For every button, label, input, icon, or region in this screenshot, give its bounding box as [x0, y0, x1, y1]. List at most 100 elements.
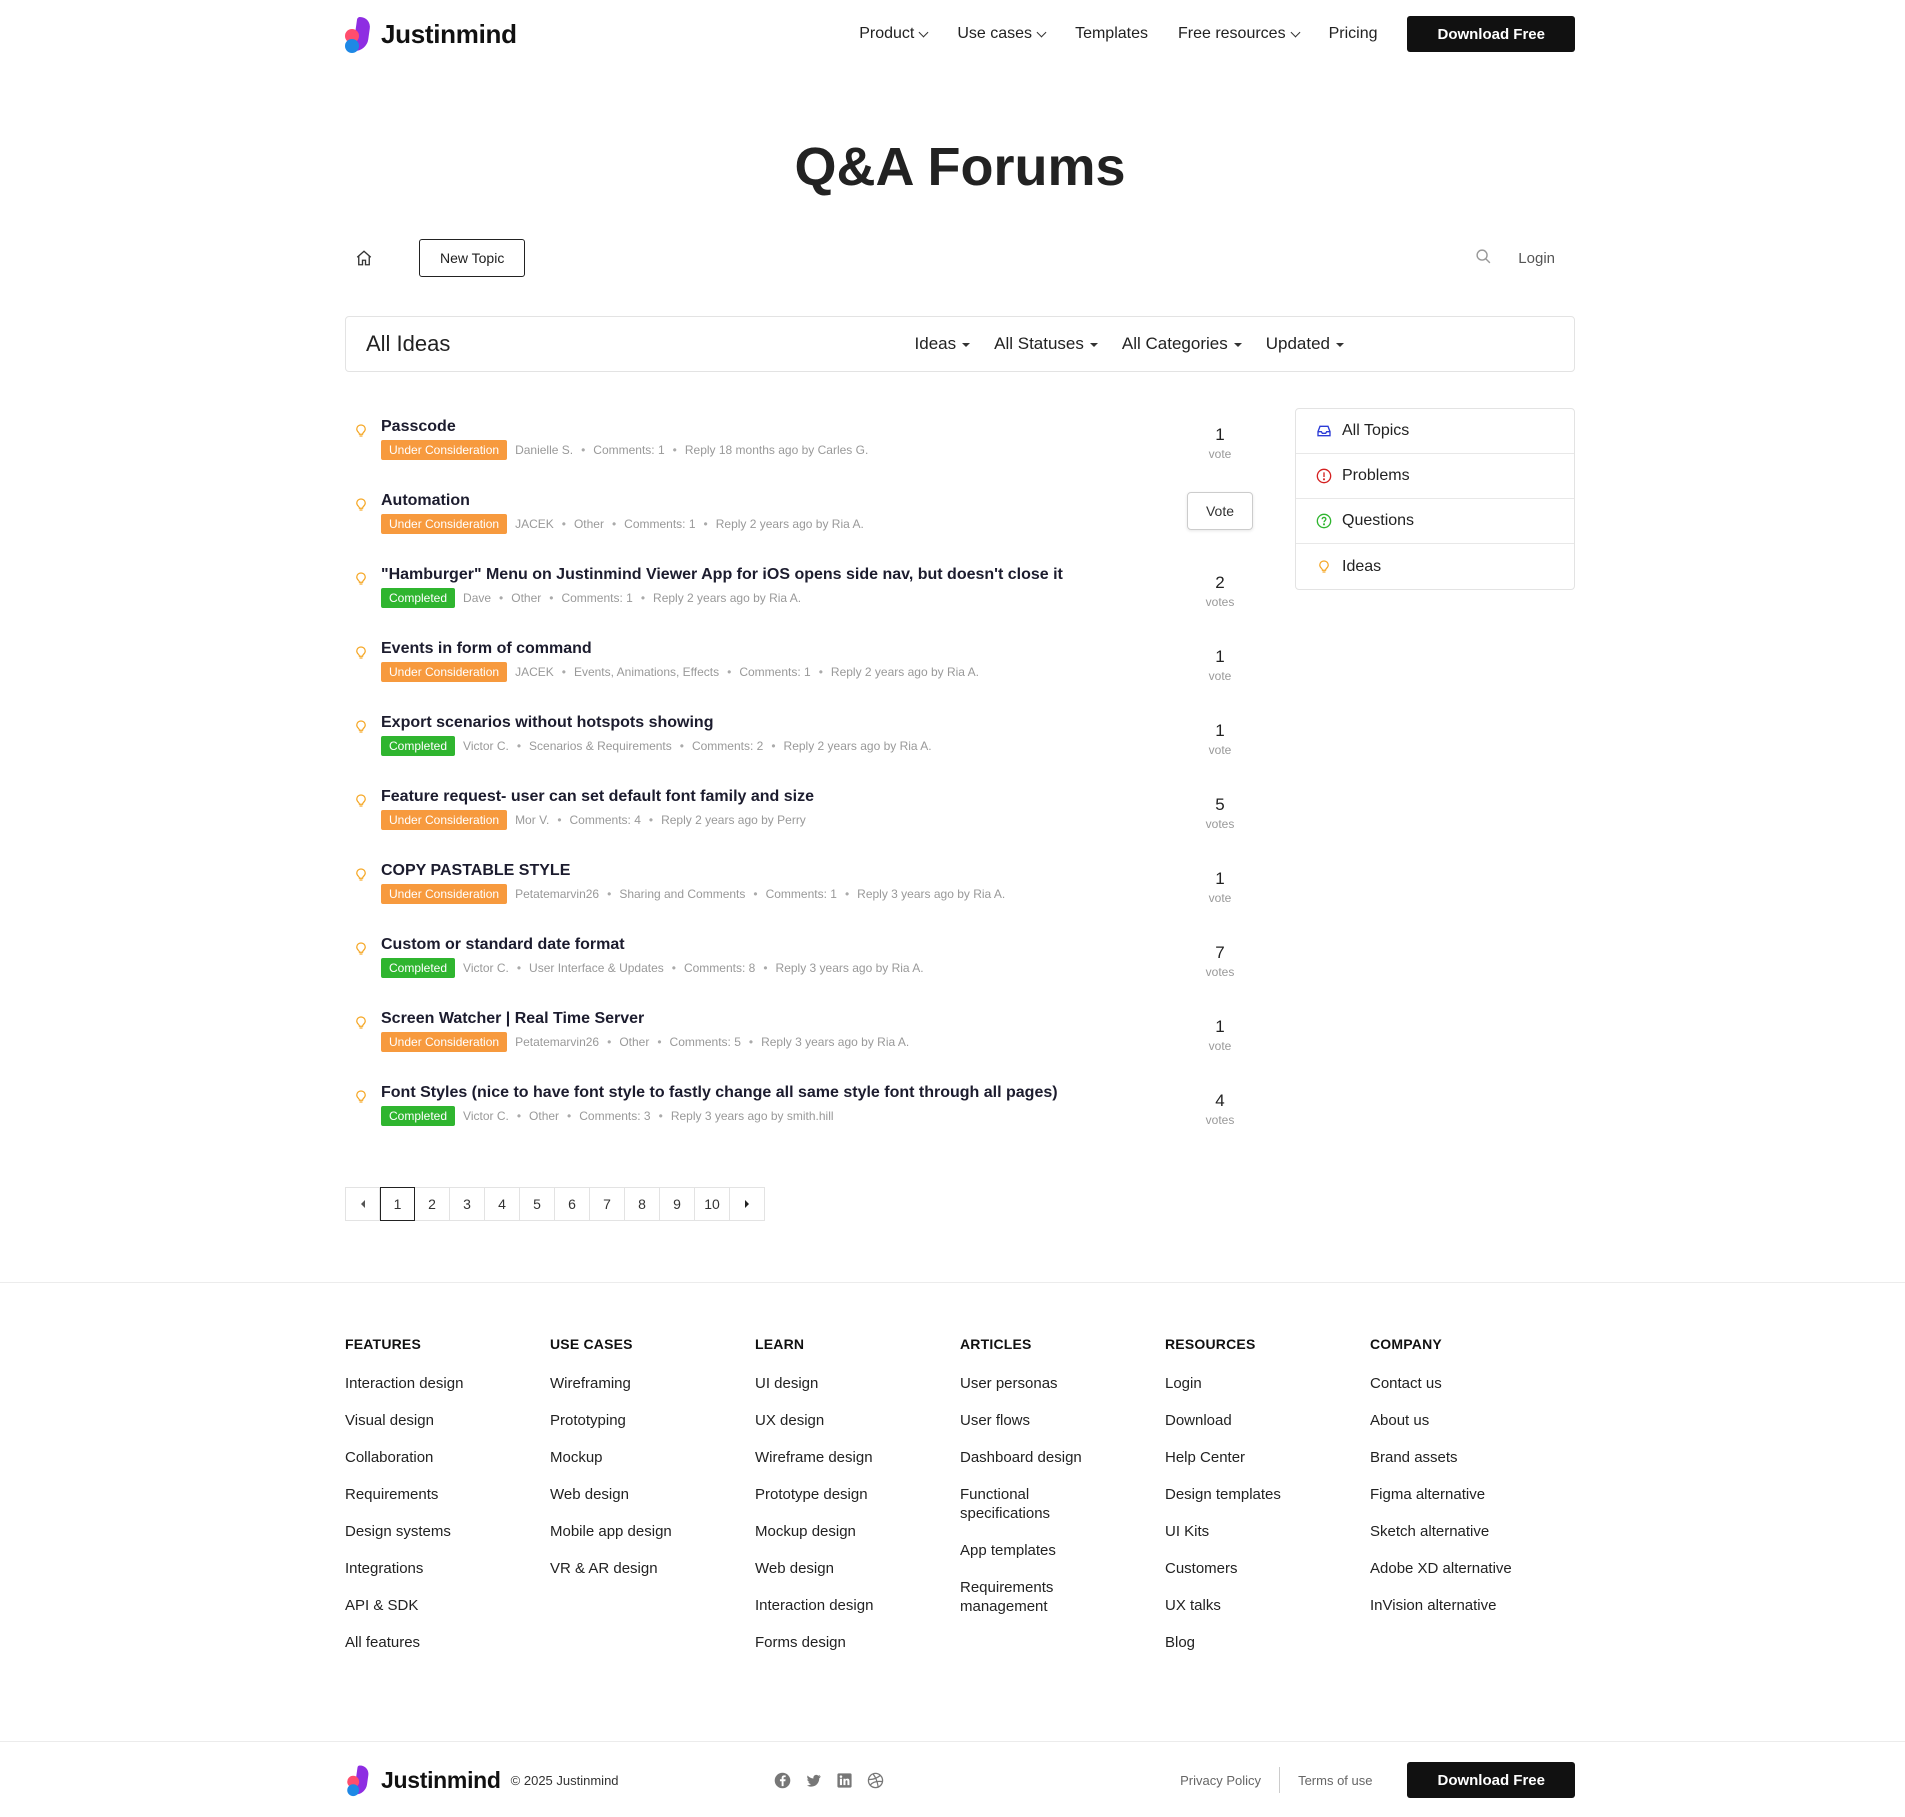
footer-link[interactable]: Wireframe design	[755, 1448, 905, 1467]
page-number-button[interactable]: 9	[660, 1187, 695, 1221]
footer-link[interactable]: Blog	[1165, 1633, 1315, 1652]
meta-item[interactable]: Reply 2 years ago by Perry	[661, 813, 806, 827]
footer-link[interactable]: Collaboration	[345, 1448, 495, 1467]
meta-item[interactable]: Reply 18 months ago by Carles G.	[685, 443, 868, 457]
footer-link[interactable]: Mockup	[550, 1448, 700, 1467]
new-topic-button[interactable]: New Topic	[419, 239, 526, 277]
footer-link[interactable]: Design templates	[1165, 1485, 1315, 1504]
topic-title[interactable]: Passcode	[381, 418, 1175, 436]
footer-link[interactable]: InVision alternative	[1370, 1596, 1520, 1615]
footer-link[interactable]: Web design	[755, 1559, 905, 1578]
topic-title[interactable]: Feature request- user can set default fo…	[381, 788, 1175, 806]
footer-link[interactable]: API & SDK	[345, 1596, 495, 1615]
search-icon[interactable]	[1475, 248, 1492, 269]
footer-link[interactable]: Download	[1165, 1411, 1315, 1430]
footer-link[interactable]: Requirements	[345, 1485, 495, 1504]
footer-link[interactable]: Requirements management	[960, 1578, 1110, 1616]
footer-link[interactable]: Wireframing	[550, 1374, 700, 1393]
footer-link[interactable]: VR & AR design	[550, 1559, 700, 1578]
filter-all-statuses[interactable]: All Statuses	[994, 334, 1098, 354]
footer-link[interactable]: User personas	[960, 1374, 1110, 1393]
home-icon[interactable]	[349, 243, 379, 273]
filter-all-categories[interactable]: All Categories	[1122, 334, 1242, 354]
footer-link[interactable]: Contact us	[1370, 1374, 1520, 1393]
footer-link[interactable]: Prototype design	[755, 1485, 905, 1504]
footer-link[interactable]: Functional specifications	[960, 1485, 1110, 1523]
footer-link[interactable]: About us	[1370, 1411, 1520, 1430]
page-number-button[interactable]: 2	[415, 1187, 450, 1221]
meta-item[interactable]: Reply 3 years ago by smith.hill	[671, 1109, 834, 1123]
footer-link[interactable]: Help Center	[1165, 1448, 1315, 1467]
topic-title[interactable]: "Hamburger" Menu on Justinmind Viewer Ap…	[381, 566, 1175, 584]
footer-link[interactable]: Visual design	[345, 1411, 495, 1430]
footer-link[interactable]: Web design	[550, 1485, 700, 1504]
footer-link[interactable]: UX design	[755, 1411, 905, 1430]
topic-title[interactable]: Custom or standard date format	[381, 936, 1175, 954]
footer-link[interactable]: Mockup design	[755, 1522, 905, 1541]
meta-item[interactable]: Reply 2 years ago by Ria A.	[716, 517, 864, 531]
footer-link[interactable]: Adobe XD alternative	[1370, 1559, 1520, 1578]
footer-link[interactable]: Customers	[1165, 1559, 1315, 1578]
page-number-button[interactable]: 7	[590, 1187, 625, 1221]
sidebar-item-questions[interactable]: Questions	[1296, 499, 1574, 544]
footer-link[interactable]: Figma alternative	[1370, 1485, 1520, 1504]
footer-link[interactable]: User flows	[960, 1411, 1110, 1430]
facebook-icon[interactable]	[774, 1772, 791, 1789]
topic-title[interactable]: Events in form of command	[381, 640, 1175, 658]
footer-download-free-button[interactable]: Download Free	[1407, 1762, 1575, 1798]
footer-link[interactable]: Sketch alternative	[1370, 1522, 1520, 1541]
linkedin-icon[interactable]	[836, 1772, 853, 1789]
footer-link[interactable]: Integrations	[345, 1559, 495, 1578]
footer-link[interactable]: All features	[345, 1633, 495, 1652]
footer-link[interactable]: Dashboard design	[960, 1448, 1110, 1467]
download-free-button[interactable]: Download Free	[1407, 16, 1575, 52]
prev-page-button[interactable]	[345, 1187, 380, 1221]
footer-logo[interactable]: Justinmind	[345, 1763, 501, 1797]
vote-button[interactable]: Vote	[1187, 492, 1253, 530]
topic-title[interactable]: Export scenarios without hotspots showin…	[381, 714, 1175, 732]
meta-item[interactable]: Reply 2 years ago by Ria A.	[831, 665, 979, 679]
topic-title[interactable]: Font Styles (nice to have font style to …	[381, 1084, 1175, 1102]
nav-use-cases[interactable]: Use cases	[957, 25, 1047, 43]
meta-item[interactable]: Reply 3 years ago by Ria A.	[776, 961, 924, 975]
sidebar-item-ideas[interactable]: Ideas	[1296, 544, 1574, 589]
page-number-button[interactable]: 4	[485, 1187, 520, 1221]
footer-link[interactable]: Prototyping	[550, 1411, 700, 1430]
filter-ideas[interactable]: Ideas	[915, 334, 971, 354]
footer-link[interactable]: Mobile app design	[550, 1522, 700, 1541]
footer-link[interactable]: Design systems	[345, 1522, 495, 1541]
filter-updated[interactable]: Updated	[1266, 334, 1344, 354]
twitter-icon[interactable]	[805, 1772, 822, 1789]
nav-pricing[interactable]: Pricing	[1329, 25, 1378, 43]
next-page-button[interactable]	[730, 1187, 765, 1221]
footer-link[interactable]: Interaction design	[755, 1596, 905, 1615]
footer-link[interactable]: UI Kits	[1165, 1522, 1315, 1541]
page-number-button[interactable]: 1	[380, 1187, 415, 1221]
logo[interactable]: Justinmind	[345, 17, 517, 53]
page-number-button[interactable]: 5	[520, 1187, 555, 1221]
topic-title[interactable]: Screen Watcher | Real Time Server	[381, 1010, 1175, 1028]
footer-link[interactable]: UX talks	[1165, 1596, 1315, 1615]
privacy-policy-link[interactable]: Privacy Policy	[1180, 1773, 1261, 1788]
meta-item[interactable]: Reply 3 years ago by Ria A.	[761, 1035, 909, 1049]
footer-link[interactable]: App templates	[960, 1541, 1110, 1560]
footer-link[interactable]: UI design	[755, 1374, 905, 1393]
footer-link[interactable]: Forms design	[755, 1633, 905, 1652]
page-number-button[interactable]: 3	[450, 1187, 485, 1221]
terms-of-use-link[interactable]: Terms of use	[1298, 1773, 1372, 1788]
page-number-button[interactable]: 8	[625, 1187, 660, 1221]
nav-free-resources[interactable]: Free resources	[1178, 25, 1301, 43]
login-link[interactable]: Login	[1518, 250, 1555, 267]
footer-link[interactable]: Login	[1165, 1374, 1315, 1393]
dribbble-icon[interactable]	[867, 1772, 884, 1789]
meta-item[interactable]: Reply 2 years ago by Ria A.	[784, 739, 932, 753]
footer-link[interactable]: Interaction design	[345, 1374, 495, 1393]
page-number-button[interactable]: 10	[695, 1187, 730, 1221]
topic-title[interactable]: COPY PASTABLE STYLE	[381, 862, 1175, 880]
nav-product[interactable]: Product	[859, 25, 929, 43]
topic-title[interactable]: Automation	[381, 492, 1175, 510]
page-number-button[interactable]: 6	[555, 1187, 590, 1221]
meta-item[interactable]: Reply 3 years ago by Ria A.	[857, 887, 1005, 901]
sidebar-item-problems[interactable]: Problems	[1296, 454, 1574, 499]
nav-templates[interactable]: Templates	[1075, 25, 1148, 43]
